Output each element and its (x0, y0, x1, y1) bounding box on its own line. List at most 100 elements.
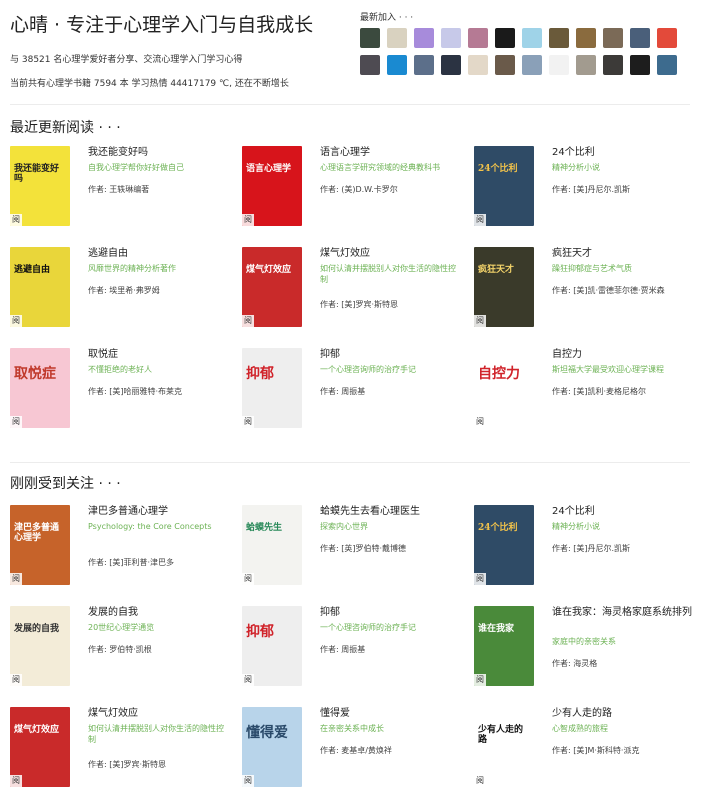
avatar[interactable] (522, 28, 542, 48)
avatar[interactable] (387, 55, 407, 75)
book-description: Psychology: the Core Concepts (88, 522, 212, 531)
book-card[interactable]: 少有人走的路阅少有人走的路 心智成熟的旅程 作者: [美]M·斯科特·派克 (474, 707, 699, 797)
avatar[interactable] (630, 55, 650, 75)
avatar[interactable] (495, 28, 515, 48)
book-cover[interactable]: 24个比利阅 (474, 146, 534, 226)
avatar[interactable] (387, 28, 407, 48)
book-cover[interactable]: 发展的自我阅 (10, 606, 70, 686)
avatar[interactable] (657, 28, 677, 48)
book-card[interactable]: 发展的自我阅发展的自我 20世纪心理学通览 作者: 罗伯特·凯根 (10, 606, 235, 696)
book-title[interactable]: 津巴多普通心理学 (88, 505, 234, 519)
book-card[interactable]: 我还能变好吗阅我还能变好吗 自我心理学帮你好好做自己 作者: 王轶琳编著 (10, 146, 235, 236)
book-description: 20世纪心理学通览 (88, 623, 155, 632)
book-cover[interactable]: 抑郁阅 (242, 348, 302, 428)
avatar[interactable] (360, 28, 380, 48)
book-card[interactable]: 逃避自由阅逃避自由 风靡世界的精神分析著作 作者: 埃里希·弗罗姆 (10, 247, 235, 337)
avatar[interactable] (360, 55, 380, 75)
book-description: 风靡世界的精神分析著作 (88, 264, 176, 273)
book-title[interactable]: 少有人走的路 (552, 707, 698, 721)
book-cover-text: 逃避自由 (14, 265, 51, 275)
book-card[interactable]: 蛤蟆先生阅 蛤蟆先生去看心理医生 探索内心世界 作者: [英]罗伯特·戴博德 (242, 505, 467, 595)
book-cover-text: 懂得爱 (246, 725, 288, 741)
book-title[interactable]: 取悦症 (88, 348, 234, 362)
avatar[interactable] (549, 28, 569, 48)
book-description: 不懂拒绝的老好人 (88, 365, 152, 374)
book-cover-text: 抑郁 (246, 624, 274, 640)
book-title[interactable]: 自控力 (552, 348, 698, 362)
book-card[interactable]: 疯狂天才阅疯狂天才 躁狂抑郁症与艺术气质 作者: [美]凯·雷德菲尔德·贾米森 (474, 247, 699, 337)
book-card[interactable]: 抑郁阅抑郁 一个心理咨询师的治疗手记 作者: 周振基 (242, 348, 467, 438)
book-card[interactable]: 抑郁阅抑郁 一个心理咨询师的治疗手记 作者: 周振基 (242, 606, 467, 696)
book-cover[interactable]: 煤气灯效应阅 (10, 707, 70, 787)
book-cover[interactable]: 少有人走的路阅 (474, 707, 534, 787)
avatar[interactable] (576, 55, 596, 75)
book-card[interactable]: 煤气灯效应阅煤气灯效应 如何认清并摆脱别人对你生活的隐性控制 作者: [美]罗宾·斯… (10, 707, 235, 797)
read-badge: 阅 (10, 315, 22, 327)
avatar[interactable] (630, 28, 650, 48)
avatar[interactable] (576, 28, 596, 48)
read-badge: 阅 (242, 416, 254, 428)
book-title[interactable]: 我还能变好吗 (88, 146, 234, 160)
avatar[interactable] (657, 55, 677, 75)
book-cover[interactable]: 抑郁阅 (242, 606, 302, 686)
book-cover[interactable]: 煤气灯效应阅 (242, 247, 302, 327)
avatar-grid (360, 28, 705, 75)
avatar[interactable] (441, 28, 461, 48)
book-cover[interactable]: 谁在我家阅 (474, 606, 534, 686)
book-description: 家庭中的亲密关系 (552, 637, 616, 646)
book-title[interactable]: 懂得爱 (320, 707, 466, 721)
book-card[interactable]: 谁在我家阅 谁在我家：海灵格家庭系统排列家庭中的亲密关系 作者: 海灵格 (474, 606, 699, 696)
avatar[interactable] (468, 28, 488, 48)
book-title[interactable]: 语言心理学 (320, 146, 466, 160)
book-title[interactable]: 24个比利 (552, 146, 698, 160)
read-badge: 阅 (10, 416, 22, 428)
book-cover[interactable]: 蛤蟆先生阅 (242, 505, 302, 585)
book-title[interactable]: 24个比利 (552, 505, 698, 519)
book-cover[interactable]: 语言心理学阅 (242, 146, 302, 226)
avatar[interactable] (414, 28, 434, 48)
book-card[interactable]: 懂得爱阅懂得爱 在亲密关系中成长 作者: 麦基卓/黄焕祥 (242, 707, 467, 797)
book-card[interactable]: 津巴多普通心理学阅 津巴多普通心理学 Psychology: the Core Co… (10, 505, 235, 595)
book-cover[interactable]: 津巴多普通心理学阅 (10, 505, 70, 585)
book-title[interactable]: 抑郁 (320, 606, 466, 620)
avatar[interactable] (603, 55, 623, 75)
avatar[interactable] (441, 55, 461, 75)
avatar[interactable] (549, 55, 569, 75)
read-badge: 阅 (474, 674, 486, 686)
avatar[interactable] (468, 55, 488, 75)
avatar[interactable] (603, 28, 623, 48)
read-badge: 阅 (474, 573, 486, 585)
book-cover[interactable]: 24个比利阅 (474, 505, 534, 585)
book-title[interactable]: 蛤蟆先生去看心理医生 (320, 505, 466, 519)
book-cover[interactable]: 懂得爱阅 (242, 707, 302, 787)
book-card[interactable]: 语言心理学阅语言心理学 心理语言学研究领域的经典教科书 作者: (美)D.W.卡罗尔 (242, 146, 467, 236)
book-author: 作者: 海灵格 (552, 659, 598, 668)
book-title[interactable]: 谁在我家：海灵格家庭系统排列 (552, 606, 698, 620)
book-card[interactable]: 24个比利阅 24个比利 精神分析小说 作者: [美]丹尼尔.凯斯 (474, 146, 699, 236)
book-cover[interactable]: 取悦症阅 (10, 348, 70, 428)
book-title[interactable]: 逃避自由 (88, 247, 234, 261)
book-title[interactable]: 疯狂天才 (552, 247, 698, 261)
site-title[interactable]: 心晴 · 专注于心理学入门与自我成长 (10, 10, 313, 37)
book-author: 作者: 王轶琳编著 (88, 185, 150, 194)
book-title[interactable]: 煤气灯效应 (88, 707, 234, 721)
book-card[interactable]: 煤气灯效应阅煤气灯效应 如何认清并摆脱别人对你生活的隐性控制 作者: [美]罗宾·斯… (242, 247, 467, 337)
book-card[interactable]: 自控力阅自控力 斯坦福大学最受欢迎心理学课程 作者: [美]凯利·麦格尼格尔 (474, 348, 699, 438)
book-cover[interactable]: 我还能变好吗阅 (10, 146, 70, 226)
book-card[interactable]: 24个比利阅 24个比利 精神分析小说 作者: [美]丹尼尔.凯斯 (474, 505, 699, 595)
book-cover[interactable]: 疯狂天才阅 (474, 247, 534, 327)
avatar[interactable] (414, 55, 434, 75)
book-card[interactable]: 取悦症阅取悦症 不懂拒绝的老好人 作者: [美]哈丽雅特·布莱克 (10, 348, 235, 438)
book-description: 一个心理咨询师的治疗手记 (320, 365, 416, 374)
avatar[interactable] (495, 55, 515, 75)
book-title[interactable]: 抑郁 (320, 348, 466, 362)
read-badge: 阅 (474, 416, 486, 428)
book-title[interactable]: 煤气灯效应 (320, 247, 466, 261)
book-cover-text: 谁在我家 (478, 624, 515, 634)
book-cover[interactable]: 自控力阅 (474, 348, 534, 428)
book-cover-text: 煤气灯效应 (246, 265, 292, 275)
book-cover[interactable]: 逃避自由阅 (10, 247, 70, 327)
book-title[interactable]: 发展的自我 (88, 606, 234, 620)
book-author: 作者: [美]丹尼尔.凯斯 (552, 185, 631, 194)
avatar[interactable] (522, 55, 542, 75)
